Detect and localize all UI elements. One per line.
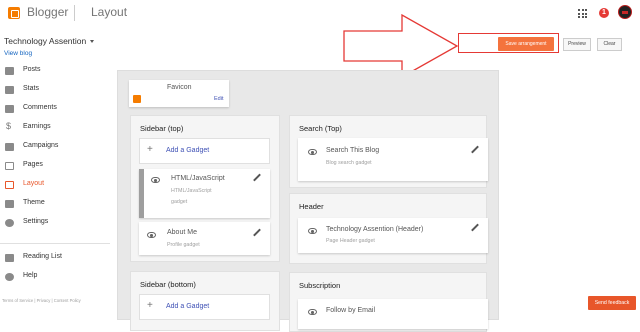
app-name[interactable]: Blogger [27,5,68,19]
view-blog-link[interactable]: View blog [4,50,32,57]
pages-icon [5,162,14,170]
section-title: Header [299,202,324,211]
gadget-title: Search This Blog [326,147,380,154]
sidebar-item-stats[interactable]: Stats [0,82,110,98]
layout-icon [5,181,14,189]
sidebar-item-help[interactable]: Help [0,269,110,285]
section-header: Header Technology Assention (Header) Pag… [289,193,488,264]
favicon-gadget[interactable]: Favicon Edit [129,80,229,107]
sidebar-item-settings[interactable]: Settings [0,215,110,231]
section-title: Sidebar (top) [140,124,184,133]
blog-title: Technology Assention [4,36,87,46]
send-feedback-button[interactable]: Send feedback [588,296,636,310]
gadget-html-javascript[interactable]: HTML/JavaScript HTML/JavaScript gadget [139,169,270,218]
gadget-title: About Me [167,229,197,236]
sidebar-item-campaigns[interactable]: Campaigns [0,139,110,155]
blogger-logo-icon[interactable] [8,7,20,19]
sidebar-divider [0,243,110,244]
gadget-subtitle: Blog search gadget [326,160,372,166]
sidebar-item-label: Settings [23,218,49,225]
gadget-title: Technology Assention (Header) [326,226,424,233]
add-gadget-label: Add a Gadget [166,303,210,310]
pencil-icon[interactable] [253,173,261,182]
gadget-title: HTML/JavaScript [171,175,225,182]
sidebar-item-label: Earnings [23,123,51,130]
gear-icon [5,219,14,227]
add-gadget-button[interactable]: + Add a Gadget [139,138,270,164]
plus-icon: + [147,144,153,155]
section-subscription: Subscription Follow by Email [289,272,488,332]
caret-down-icon [90,40,95,44]
layout-canvas: Favicon Edit Sidebar (top) + Add a Gadge… [117,70,499,332]
add-gadget-label: Add a Gadget [166,147,210,154]
blog-selector[interactable]: Technology Assention [4,36,95,46]
sidebar-item-label: Campaigns [23,142,59,149]
sidebar-item-posts[interactable]: Posts [0,63,110,79]
gadget-subtitle: Profile gadget [167,242,200,248]
gadget-subtitle: HTML/JavaScript [171,188,212,194]
sidebar-item-label: Pages [23,161,43,168]
section-title: Sidebar (bottom) [140,280,196,289]
pencil-icon[interactable] [471,223,479,232]
divider [74,5,75,21]
sidebar-item-earnings[interactable]: $ Earnings [0,120,110,136]
section-sidebar-bottom: Sidebar (bottom) + Add a Gadget [130,271,280,331]
gadget-about-me[interactable]: About Me Profile gadget [139,222,270,255]
section-title: Subscription [299,281,341,290]
favicon-icon [133,95,141,103]
gadget-title: Follow by Email [326,307,376,314]
avatar[interactable] [618,5,632,19]
sidebar-item-label: Theme [23,199,45,206]
campaigns-icon [5,143,14,151]
gadget-subtitle: gadget [171,199,188,205]
eye-icon[interactable] [308,309,317,315]
section-title: Search (Top) [299,124,342,133]
gadget-subtitle: Page Header gadget [326,238,375,244]
eye-icon[interactable] [147,232,156,238]
eye-icon[interactable] [308,228,317,234]
notification-badge[interactable]: 1 [599,8,609,18]
footer-links[interactable]: Terms of Service | Privacy | Content Pol… [2,298,81,303]
apps-grid-icon[interactable] [578,9,587,18]
sidebar-item-label: Posts [23,66,41,73]
dollar-icon: $ [6,121,12,131]
sidebar-item-reading-list[interactable]: Reading List [0,250,110,266]
eye-icon[interactable] [151,177,160,183]
stats-icon [5,86,14,94]
page-title: Layout [91,5,128,19]
posts-icon [5,67,14,75]
gadget-page-header[interactable]: Technology Assention (Header) Page Heade… [298,218,488,253]
section-sidebar-top: Sidebar (top) + Add a Gadget HTML/JavaSc… [130,115,280,262]
sidebar-item-pages[interactable]: Pages [0,158,110,174]
plus-icon: + [147,300,153,311]
drag-handle[interactable] [139,169,144,218]
sidebar-item-label: Help [23,272,38,279]
sidebar-item-label: Stats [23,85,39,92]
help-icon [5,273,14,281]
gadget-title: Favicon [167,84,192,91]
theme-icon [5,200,14,208]
preview-button[interactable]: Preview [563,38,591,51]
eye-icon[interactable] [308,149,317,155]
comments-icon [5,105,14,113]
bookmark-icon [5,254,14,262]
annotation-highlight-box [458,33,559,53]
top-bar: Blogger Layout 1 [0,0,640,30]
pencil-icon[interactable] [253,228,261,237]
gadget-follow-by-email[interactable]: Follow by Email [298,299,488,329]
clear-button[interactable]: Clear [597,38,622,51]
sidebar-item-theme[interactable]: Theme [0,196,110,212]
pencil-icon[interactable] [471,145,479,154]
edit-link[interactable]: Edit [214,96,223,102]
sidebar-item-label: Layout [23,180,45,187]
sidebar-item-comments[interactable]: Comments [0,101,110,117]
sidebar-item-label: Comments [23,104,57,111]
add-gadget-button[interactable]: + Add a Gadget [139,294,270,320]
sidebar-item-layout[interactable]: Layout [0,177,110,193]
gadget-search-this-blog[interactable]: Search This Blog Blog search gadget [298,138,488,181]
section-search-top: Search (Top) Search This Blog Blog searc… [289,115,488,188]
sidebar-item-label: Reading List [23,253,62,260]
